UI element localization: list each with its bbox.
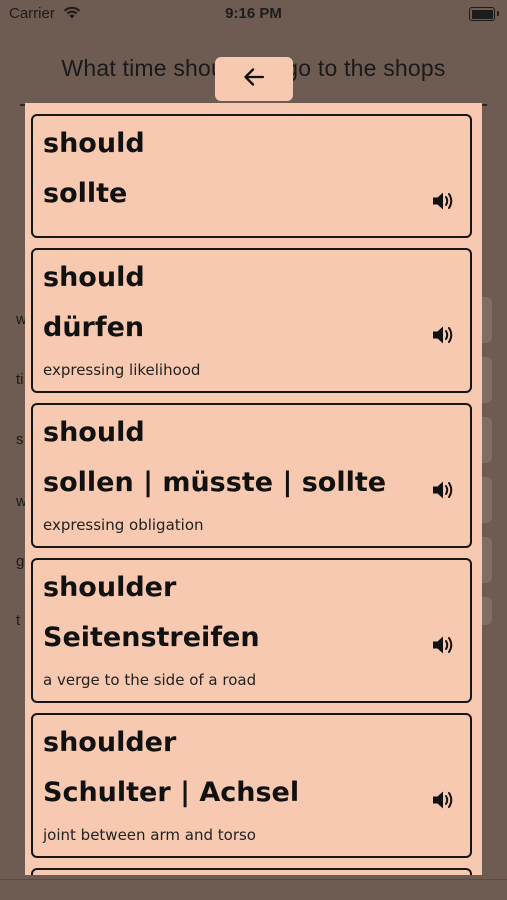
card-note: expressing obligation: [43, 516, 204, 534]
card-word: should: [43, 417, 145, 448]
results-panel[interactable]: should sollte should dürfen expressing l…: [25, 103, 482, 875]
result-card[interactable]: should dürfen expressing likelihood: [31, 248, 472, 393]
speaker-icon[interactable]: [430, 323, 456, 347]
card-note: a verge to the side of a road: [43, 671, 257, 689]
status-time: 9:16 PM: [225, 5, 282, 22]
card-word: shoulder: [43, 572, 177, 603]
card-translation: dürfen: [43, 312, 145, 343]
background-button: [482, 417, 492, 463]
speaker-icon[interactable]: [430, 478, 456, 502]
background-button: [482, 537, 492, 583]
status-bar: Carrier 9:16 PM: [0, 0, 507, 30]
speaker-icon[interactable]: [430, 189, 456, 213]
arrow-left-icon: [243, 67, 265, 91]
card-word: should: [43, 262, 145, 293]
background-list-item: t: [16, 612, 21, 629]
background-button: [482, 477, 492, 523]
result-card[interactable]: shoulder Schulter | Achsel joint between…: [31, 713, 472, 858]
background-button: [482, 597, 492, 625]
card-translation: sollte: [43, 178, 128, 209]
speaker-icon[interactable]: [430, 788, 456, 812]
background-list-item: g: [16, 553, 25, 570]
card-note: joint between arm and torso: [43, 826, 256, 844]
card-note: expressing likelihood: [43, 361, 201, 379]
speaker-icon[interactable]: [430, 633, 456, 657]
result-card[interactable]: should sollen | müsste | sollte expressi…: [31, 403, 472, 548]
result-card[interactable]: should sollte: [31, 114, 472, 238]
background-list-item: s: [16, 431, 24, 448]
card-translation: Seitenstreifen: [43, 622, 260, 653]
back-button[interactable]: [215, 57, 293, 101]
background-button: [482, 297, 492, 343]
battery-icon: [469, 7, 499, 21]
card-translation: Schulter | Achsel: [43, 777, 300, 808]
card-word: should: [43, 128, 145, 159]
card-translation: sollen | müsste | sollte: [43, 467, 387, 498]
background-button: [482, 357, 492, 403]
background-list-item: ti: [16, 371, 24, 388]
bottom-divider: [0, 879, 507, 880]
result-card-partial[interactable]: [31, 868, 472, 875]
card-word: shoulder: [43, 727, 177, 758]
result-card[interactable]: shoulder Seitenstreifen a verge to the s…: [31, 558, 472, 703]
